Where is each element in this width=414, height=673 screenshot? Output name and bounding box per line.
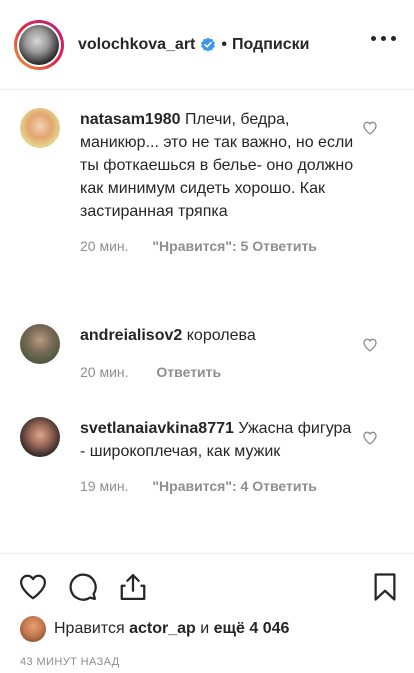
more-dot <box>381 36 386 41</box>
heart-icon[interactable] <box>18 572 48 602</box>
reply-button[interactable]: Ответить <box>252 237 317 256</box>
following-button[interactable]: Подписки <box>232 36 309 54</box>
author-username[interactable]: volochkova_art <box>78 36 195 54</box>
commenter-avatar[interactable] <box>20 417 60 457</box>
comment-body: natasam1980 Плечи, бедра, маникюр... это… <box>80 108 360 256</box>
comment-meta: 19 мин. "Нравится": 4 Ответить <box>80 477 360 496</box>
author-info: volochkova_art • Подписки <box>78 36 309 54</box>
likes-summary[interactable]: Нравится actor_ap и ещё 4 046 <box>20 616 289 642</box>
comment-meta: 20 мин. Ответить <box>80 363 360 382</box>
comment-like-heart-icon[interactable] <box>362 120 378 136</box>
comment-text: королева <box>186 327 256 344</box>
comment-likes-count[interactable]: "Нравится": 5 <box>152 237 248 256</box>
likes-conjunction: и <box>200 620 210 637</box>
share-icon[interactable] <box>118 572 148 602</box>
author-avatar-ring <box>17 22 61 67</box>
author-avatar-image <box>19 24 59 65</box>
comment-text-block: svetlanaiavkina8771 Ужасна фигура - широ… <box>80 417 360 463</box>
header-separator: • <box>221 35 227 53</box>
likes-prefix: Нравится <box>54 620 125 637</box>
commenter-avatar[interactable] <box>20 324 60 364</box>
liker-username[interactable]: actor_ap <box>129 620 196 638</box>
comment-bubble-icon[interactable] <box>68 572 98 602</box>
post-header: volochkova_art • Подписки <box>0 0 414 90</box>
post-timestamp: 43 МИНУТ НАЗАД <box>20 656 120 668</box>
likes-others-count[interactable]: ещё 4 046 <box>214 620 290 638</box>
more-dot <box>371 36 376 41</box>
post-actions: Нравится actor_ap и ещё 4 046 43 МИНУТ Н… <box>0 553 414 673</box>
verified-badge-icon <box>201 37 216 52</box>
comment-time: 19 мин. <box>80 478 129 494</box>
comment-meta: 20 мин. "Нравится": 5 Ответить <box>80 237 360 256</box>
comment-time: 20 мин. <box>80 238 129 254</box>
comments-list: natasam1980 Плечи, бедра, маникюр... это… <box>0 91 414 553</box>
comment-like-heart-icon[interactable] <box>362 337 378 353</box>
reply-button[interactable]: Ответить <box>252 477 317 496</box>
commenter-username[interactable]: andreialisov2 <box>80 327 182 344</box>
commenter-username[interactable]: natasam1980 <box>80 111 181 128</box>
comment-text-block: andreialisov2 королева <box>80 324 360 347</box>
comment-body: svetlanaiavkina8771 Ужасна фигура - широ… <box>80 417 360 496</box>
commenter-username[interactable]: svetlanaiavkina8771 <box>80 420 234 437</box>
more-dot <box>391 36 396 41</box>
comment-like-heart-icon[interactable] <box>362 430 378 446</box>
comment-likes-count[interactable]: "Нравится": 4 <box>152 477 248 496</box>
author-avatar[interactable] <box>14 19 64 70</box>
comment-text-block: natasam1980 Плечи, бедра, маникюр... это… <box>80 108 360 223</box>
liker-avatar <box>20 616 46 642</box>
comment-body: andreialisov2 королева 20 мин. Ответить <box>80 324 360 382</box>
more-options-icon[interactable] <box>371 36 396 41</box>
reply-button[interactable]: Ответить <box>156 363 221 382</box>
bookmark-icon[interactable] <box>370 572 400 602</box>
comment-time: 20 мин. <box>80 364 129 380</box>
commenter-avatar[interactable] <box>20 108 60 148</box>
